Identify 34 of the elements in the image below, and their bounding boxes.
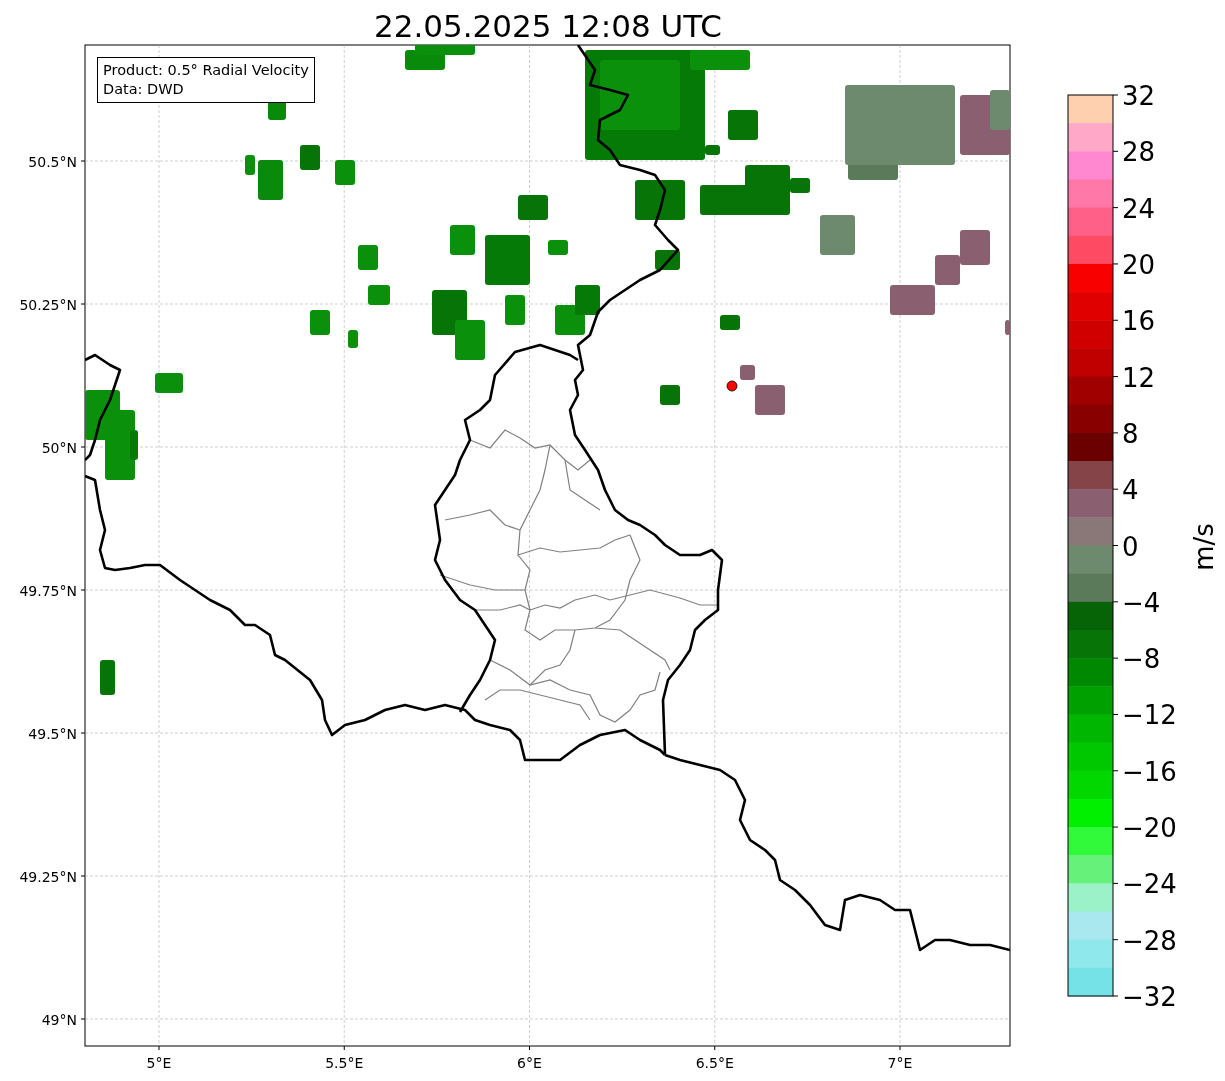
colorbar-tick-label: 28 xyxy=(1122,137,1156,168)
figure-title: 22.05.2025 12:08 UTC xyxy=(374,8,722,44)
info-text: Product: 0.5° Radial Velocity xyxy=(103,61,309,80)
longitude-tick-label: 5°E xyxy=(146,1055,172,1071)
colorbar-tick-label: −4 xyxy=(1122,587,1161,618)
longitude-tick-label: 7°E xyxy=(887,1055,913,1071)
colorbar-tick-label: −20 xyxy=(1122,813,1177,844)
radar-site-marker xyxy=(726,380,738,392)
colorbar-tick-label: 4 xyxy=(1122,475,1139,506)
colorbar-tick-label: −8 xyxy=(1122,644,1161,675)
colorbar-tick-label: 32 xyxy=(1122,81,1156,111)
colorbar-tick-label: −24 xyxy=(1122,869,1177,900)
longitude-tick-label: 6°E xyxy=(517,1055,542,1071)
colorbar-tick-label: 12 xyxy=(1122,362,1156,393)
colorbar-tick-label: 24 xyxy=(1122,193,1156,224)
latitude-tick-label: 50.25°N xyxy=(19,297,77,313)
longitude-tick-label: 5.5°E xyxy=(325,1055,364,1071)
latitude-tick-label: 49.75°N xyxy=(19,583,77,599)
latitude-tick-label: 50°N xyxy=(41,440,77,456)
latitude-tick-label: 49.25°N xyxy=(19,869,77,885)
latitude-tick-label: 50.5°N xyxy=(28,154,77,170)
colorbar-tick-label: 20 xyxy=(1122,249,1156,280)
latitude-tick-label: 49°N xyxy=(41,1012,77,1028)
colorbar-tick-label: 8 xyxy=(1122,418,1139,449)
colorbar-tick-label: −12 xyxy=(1122,700,1177,731)
colorbar-tick-label: −16 xyxy=(1122,756,1177,787)
info-text: Data: DWD xyxy=(103,80,185,99)
latitude-tick-label: 49.5°N xyxy=(28,726,77,742)
colorbar-label: m/s xyxy=(1189,523,1219,571)
colorbar-tick-label: −28 xyxy=(1122,925,1177,956)
longitude-tick-label: 6.5°E xyxy=(695,1055,734,1071)
colorbar-tick-label: 0 xyxy=(1122,531,1139,562)
colorbar-tick-label: 16 xyxy=(1122,306,1156,337)
colorbar-tick-label: −32 xyxy=(1122,982,1177,1012)
